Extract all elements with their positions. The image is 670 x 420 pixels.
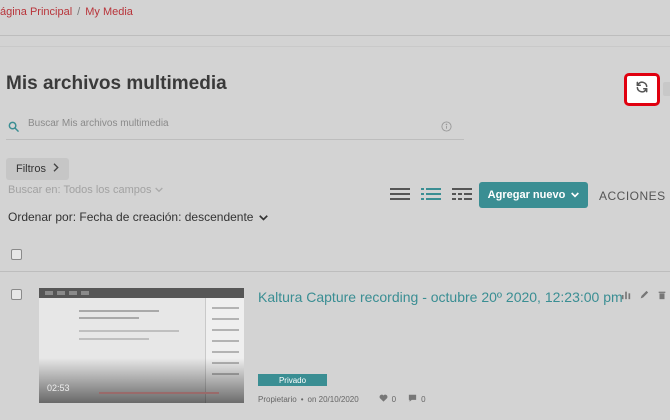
entry-owner: Propietario [258,394,297,404]
filters-label: Filtros [16,163,46,175]
chevron-down-icon [155,184,164,196]
thumbnail-progress [99,392,219,394]
header-divider [0,35,670,36]
list-divider [0,271,670,272]
list-view-icon[interactable] [390,187,410,201]
search-icon [8,119,19,137]
page-title: Mis archivos multimedia [6,73,227,94]
search-in-dropdown[interactable]: Buscar en: Todos los campos [8,184,164,196]
entry-title-link[interactable]: Kaltura Capture recording - octubre 20º … [258,289,623,305]
chevron-down-icon [259,210,269,224]
stats-icon[interactable] [621,287,631,305]
sort-dropdown[interactable]: Ordenar por: Fecha de creación: descende… [8,210,269,224]
breadcrumb-home-link[interactable]: ágina Principal [0,6,72,18]
comment-icon[interactable] [408,394,417,404]
chevron-right-icon [52,163,59,175]
sort-label: Ordenar por: Fecha de creación: descende… [8,210,254,224]
breadcrumb-current[interactable]: My Media [85,6,133,18]
refresh-button[interactable] [624,73,660,106]
add-new-button[interactable]: Agregar nuevo [479,182,588,208]
likes-stat: 0 [379,394,396,404]
actions-menu[interactable]: ACCIONES [599,189,666,203]
search-input[interactable] [26,117,430,130]
filters-button[interactable]: Filtros [6,158,69,180]
heart-icon[interactable] [379,394,388,404]
thumbnail-overlay [39,358,244,403]
select-all-checkbox[interactable] [11,249,22,260]
search-bar [6,112,464,140]
breadcrumb: ágina Principal / My Media [0,6,133,18]
breadcrumb-separator: / [77,6,81,18]
edit-icon[interactable] [639,287,649,305]
status-badge: Privado [258,374,327,386]
entry-checkbox[interactable] [11,289,22,300]
entry-duration: 02:53 [47,383,70,393]
comments-count: 0 [421,394,426,404]
thumbnail-toolbar [39,288,244,298]
info-icon[interactable] [441,119,452,137]
comments-stat: 0 [408,394,426,404]
table-view-icon[interactable] [452,187,472,201]
refresh-icon [635,80,649,99]
chevron-down-icon [571,189,580,201]
meta-separator: • [300,394,304,404]
view-toggle [390,187,472,201]
delete-icon[interactable] [657,287,667,305]
adjacent-button-edge[interactable] [663,82,670,96]
entry-meta: Propietario • on 20/10/2020 0 0 [258,394,426,404]
likes-count: 0 [391,394,397,404]
entry-thumbnail[interactable]: 02:53 [39,288,244,403]
add-new-label: Agregar nuevo [487,189,566,201]
entry-actions [621,287,667,305]
detailed-view-icon[interactable] [421,187,441,201]
entry-date: on 20/10/2020 [307,394,359,404]
header-divider-secondary [0,46,670,47]
search-in-label: Buscar en: Todos los campos [8,184,152,196]
